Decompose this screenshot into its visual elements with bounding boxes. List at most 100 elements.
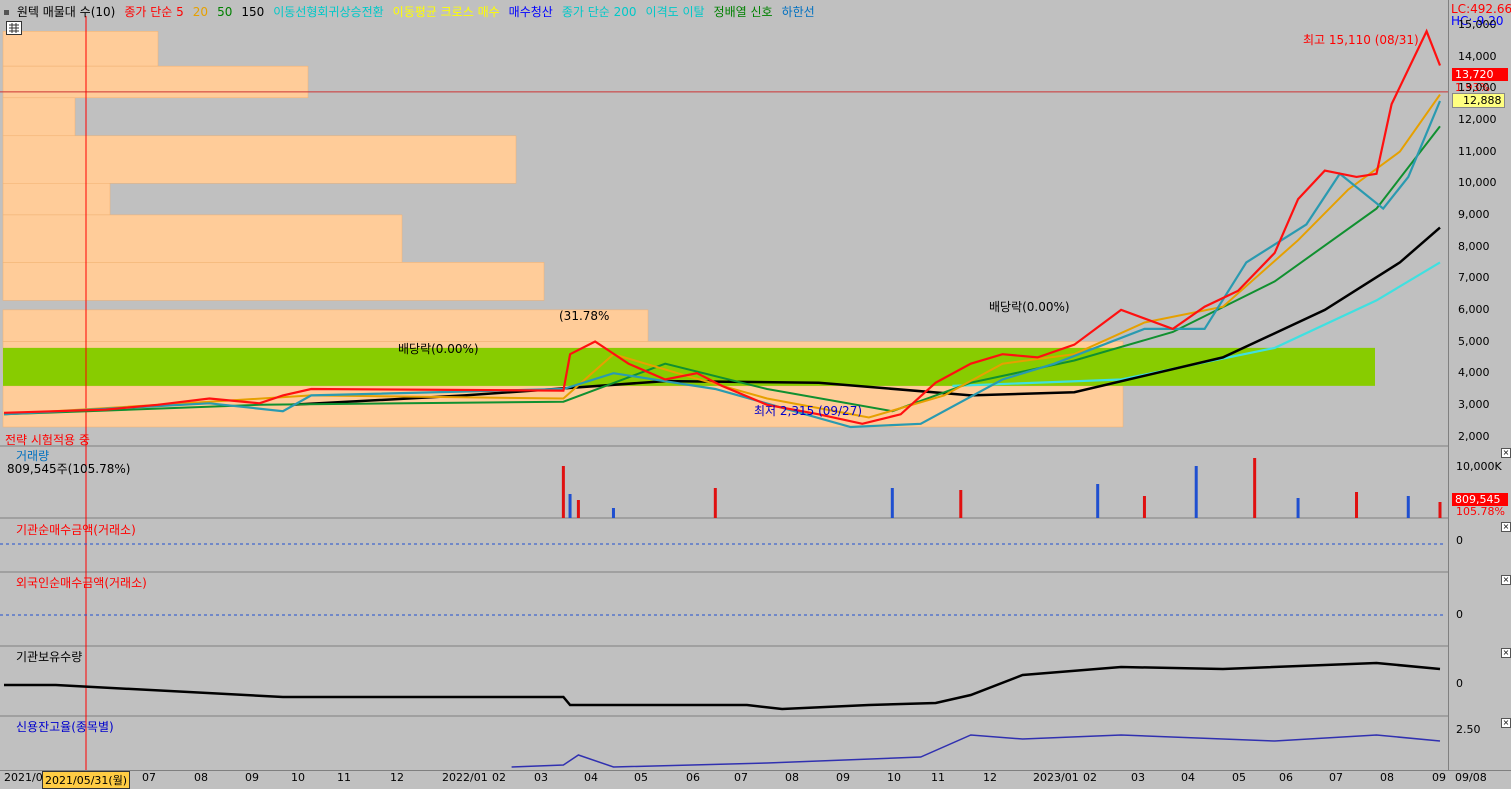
legend-item-0[interactable]: 원텍 매물대 수(10) — [17, 5, 116, 19]
annotation-dividend-2: 배당락(0.00%) — [989, 300, 1070, 314]
date-tick-24: 05 — [1232, 771, 1246, 784]
annotation-dividend-1: 배당락(0.00%) — [398, 342, 479, 356]
date-tick-9: 02 — [492, 771, 506, 784]
date-tick-13: 06 — [686, 771, 700, 784]
legend-item-6[interactable]: 이동평균 크로스 매수 — [393, 5, 500, 19]
legend-item-4[interactable]: 150 — [241, 5, 264, 19]
date-tick-22: 03 — [1131, 771, 1145, 784]
annotation-pct: (31.78% — [559, 309, 610, 323]
date-tick-27: 08 — [1380, 771, 1394, 784]
date-tick-10: 03 — [534, 771, 548, 784]
volume-bar-13 — [1406, 496, 1410, 518]
hold-panel-close-icon[interactable]: × — [1501, 648, 1511, 658]
date-tick-16: 09 — [836, 771, 850, 784]
price-tick-1: 3,000 — [1458, 397, 1490, 411]
legend-item-7[interactable]: 매수청산 — [509, 5, 553, 19]
volume-bar-1 — [568, 494, 572, 518]
volume-profile-bar-4 — [2, 183, 111, 216]
volume-bar-8 — [1142, 496, 1146, 518]
volume-profile-bar-2 — [2, 97, 76, 137]
volume-profile-bar-6 — [2, 262, 545, 301]
date-tick-28: 09 — [1432, 771, 1446, 784]
price-chart[interactable] — [0, 0, 1448, 770]
date-tick-20: 2023/01 — [1033, 771, 1079, 784]
volume-panel-close-icon[interactable]: × — [1501, 448, 1511, 458]
volume-profile-bar-1 — [2, 65, 309, 99]
date-tick-17: 10 — [887, 771, 901, 784]
date-tick-23: 04 — [1181, 771, 1195, 784]
legend-item-11[interactable]: 하한선 — [782, 5, 815, 19]
price-tick-6: 8,000 — [1458, 239, 1490, 253]
inst-panel-close-icon[interactable]: × — [1501, 522, 1511, 532]
date-tick-14: 07 — [734, 771, 748, 784]
legend-item-5[interactable]: 이동선형회귀상승전환 — [273, 5, 383, 19]
date-tick-12: 05 — [634, 771, 648, 784]
credit-panel-close-icon[interactable]: × — [1501, 718, 1511, 728]
annotation-low: 최저 2,315 (09/27) — [754, 404, 863, 418]
price-tick-11: 13,000 — [1458, 81, 1497, 95]
price-tick-8: 10,000 — [1458, 176, 1497, 190]
date-tick-25: 06 — [1279, 771, 1293, 784]
date-tick-0: 2021/0 — [4, 771, 43, 784]
date-tick-19: 12 — [983, 771, 997, 784]
volume-bar-12 — [1355, 492, 1359, 518]
legend-bullet-icon — [4, 10, 9, 15]
price-tick-13: 15,000 — [1458, 17, 1497, 31]
volume-axis-tick: 10,000K — [1456, 460, 1502, 473]
date-tick-3: 08 — [194, 771, 208, 784]
price-tick-12: 14,000 — [1458, 49, 1497, 63]
foreign-panel-close-icon[interactable]: × — [1501, 575, 1511, 585]
date-tick-15: 08 — [785, 771, 799, 784]
volume-profile-bar-5 — [2, 214, 403, 263]
credit-panel-title: 신용잔고율(종목별) — [16, 720, 114, 734]
date-tick-8: 2022/01 — [442, 771, 488, 784]
date-tick-7: 12 — [390, 771, 404, 784]
legend-item-1[interactable]: 종가 단순 5 — [124, 5, 183, 19]
volume-bar-2 — [576, 500, 580, 518]
chart-window: 원텍 매물대 수(10) 종가 단순 5 20 50 150 이동선형회귀상승전환 이동평균… — [0, 0, 1511, 789]
volume-profile-bar-3 — [2, 135, 517, 184]
price-tick-9: 11,000 — [1458, 144, 1497, 158]
price-tick-2: 4,000 — [1458, 366, 1490, 380]
date-tick-11: 04 — [584, 771, 598, 784]
price-tick-4: 6,000 — [1458, 302, 1490, 316]
foreign-axis-tick: 0 — [1456, 608, 1463, 621]
annotation-high: 최고 15,110 (08/31) — [1303, 33, 1419, 47]
legend-item-10[interactable]: 정배열 신호 — [714, 5, 773, 19]
indicator-legend: 원텍 매물대 수(10) 종가 단순 5 20 50 150 이동선형회귀상승전환 이동평균… — [4, 3, 824, 20]
hold-axis-tick: 0 — [1456, 677, 1463, 690]
volume-bar-0 — [561, 466, 565, 518]
table-icon — [9, 23, 19, 33]
date-tick-6: 11 — [337, 771, 351, 784]
foreign-panel-title: 외국인순매수금액(거래소) — [16, 576, 147, 590]
volume-bar-11 — [1296, 498, 1300, 518]
volume-bar-6 — [959, 490, 963, 518]
volume-bar-4 — [713, 488, 717, 518]
volume-bar-9 — [1194, 466, 1198, 518]
hold-panel-title: 기관보유수량 — [16, 650, 83, 664]
price-tick-5: 7,000 — [1458, 271, 1490, 285]
date-tick-1: 2021/05/31(월) — [42, 771, 131, 789]
date-tick-4: 09 — [245, 771, 259, 784]
legend-item-3[interactable]: 50 — [217, 5, 232, 19]
legend-item-8[interactable]: 종가 단순 200 — [562, 5, 637, 19]
date-tick-29: 09/08 — [1455, 771, 1487, 784]
inst-panel-title: 기관순매수금액(거래소) — [16, 523, 136, 537]
volume-pct-label: 105.78% — [1456, 505, 1505, 518]
legend-item-2[interactable]: 20 — [193, 5, 208, 19]
volume-bar-7 — [1096, 484, 1100, 518]
last-price-tag: 13,720 — [1452, 68, 1508, 81]
date-tick-21: 02 — [1083, 771, 1097, 784]
grid-toggle-icon[interactable] — [6, 21, 22, 35]
volume-bar-14 — [1438, 502, 1442, 518]
volume-panel-sub: 809,545주(105.78%) — [7, 462, 131, 476]
date-tick-5: 10 — [291, 771, 305, 784]
date-tick-26: 07 — [1329, 771, 1343, 784]
legend-item-9[interactable]: 이격도 이탈 — [646, 5, 705, 19]
price-tick-3: 5,000 — [1458, 334, 1490, 348]
institution-holdings-line — [4, 661, 1441, 711]
volume-profile-bar-7 — [2, 309, 649, 342]
credit-axis-tick: 2.50 — [1456, 723, 1481, 736]
price-tick-0: 2,000 — [1458, 429, 1490, 443]
volume-bar-5 — [890, 488, 894, 518]
